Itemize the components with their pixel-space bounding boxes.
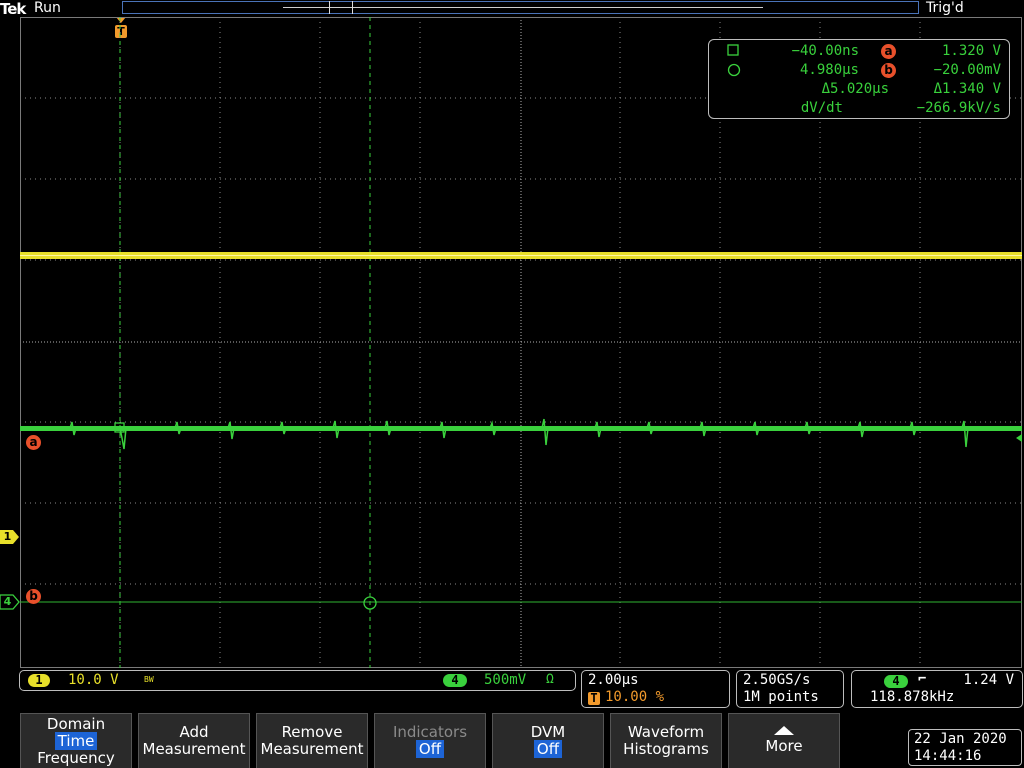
brand-logo: Tek — [0, 0, 26, 18]
ch4-chip: 4 — [443, 674, 467, 687]
domain-label: Domain — [46, 715, 106, 733]
dvm-label: DVM — [530, 723, 566, 741]
cursor-b-marker[interactable]: b — [26, 585, 41, 604]
trigger-position: 10.00 % — [605, 689, 665, 705]
cursor-1-time: −40.00ns — [791, 43, 859, 59]
add-measurement-button[interactable]: Add Measurement — [138, 713, 250, 768]
trigger-pos-icon: T — [588, 692, 600, 705]
sample-rate: 2.50GS/s — [743, 672, 811, 688]
vertical-settings[interactable]: 1 10.0 V BW 4 500mV Ω — [19, 670, 576, 691]
date: 22 Jan 2020 — [914, 731, 1007, 747]
date-time: 22 Jan 2020 14:44:16 — [908, 729, 1022, 766]
domain-frequency-option[interactable]: Frequency — [21, 750, 131, 767]
trigger-frequency: 118.878kHz — [870, 689, 955, 705]
falling-edge-icon: ⌐ — [918, 671, 927, 687]
more-button[interactable]: More — [728, 713, 840, 768]
ch4-scale: 500mV — [484, 672, 527, 688]
remove-measurement-line1: Remove — [281, 723, 343, 741]
waveform-histograms-button[interactable]: Waveform Histograms — [610, 713, 722, 768]
trigger-state: Trig'd — [926, 0, 964, 16]
remove-measurement-line2: Measurement — [260, 740, 364, 758]
cursor-a-marker[interactable]: a — [26, 431, 41, 450]
remove-measurement-button[interactable]: Remove Measurement — [256, 713, 368, 768]
horizontal-settings[interactable]: 2.00µs T 10.00 % — [581, 670, 730, 708]
add-measurement-line2: Measurement — [142, 740, 246, 758]
ch4-ground-marker[interactable]: 4 — [0, 594, 20, 610]
ch4-ripple — [69, 418, 1022, 450]
cursor-b-badge: b — [881, 62, 896, 78]
cursor-2-circle-icon — [727, 63, 741, 81]
ch4-offscreen-arrow — [1016, 434, 1022, 442]
time: 14:44:16 — [914, 748, 982, 764]
ch1-bandwidth-icon: BW — [144, 675, 154, 684]
ch1-scale: 10.0 V — [68, 672, 119, 688]
waveform-histograms-line1: Waveform — [627, 723, 705, 741]
domain-button[interactable]: Domain Time Frequency — [20, 713, 132, 768]
cursor-readout: −40.00ns a 1.320 V 4.980µs b −20.00mV Δ5… — [708, 39, 1010, 119]
cursor-2-time: 4.980µs — [799, 62, 859, 78]
trigger-settings[interactable]: 4 ⌐ 1.24 V 118.878kHz — [851, 670, 1023, 708]
waveform-histograms-line2: Histograms — [623, 740, 709, 758]
dvm-button[interactable]: DVM Off — [492, 713, 604, 768]
indicators-off: Off — [415, 740, 445, 758]
add-measurement-line1: Add — [179, 723, 209, 741]
dvdt-value: −266.9kV/s — [916, 100, 1001, 116]
ch1-ground-marker[interactable]: 1 — [0, 529, 20, 545]
trigger-source-chip: 4 — [884, 675, 908, 688]
cursor-1-square-icon — [727, 44, 739, 60]
record-view-bar[interactable] — [122, 1, 919, 14]
record-line — [283, 7, 763, 8]
cursor-delta-voltage: Δ1.340 V — [933, 81, 1001, 97]
cursor-delta-time: Δ5.020µs — [821, 81, 889, 97]
more-label: More — [765, 737, 803, 755]
ch1-chip: 1 — [28, 674, 50, 687]
cursor-a-value: 1.320 V — [941, 43, 1001, 59]
acquisition-settings[interactable]: 2.50GS/s 1M points — [736, 670, 844, 708]
cursor-b-value: −20.00mV — [933, 62, 1001, 78]
time-per-div: 2.00µs — [588, 672, 639, 688]
cursor-a-badge: a — [881, 43, 896, 59]
acquisition-state: Run — [34, 0, 61, 16]
up-arrow-icon — [774, 726, 794, 735]
domain-time-option[interactable]: Time — [54, 732, 98, 750]
dvdt-label: dV/dt — [800, 100, 843, 116]
indicators-button[interactable]: Indicators Off — [374, 713, 486, 768]
ch4-coupling-icon: Ω — [546, 672, 554, 687]
indicators-label: Indicators — [392, 723, 468, 741]
record-window[interactable] — [329, 1, 353, 14]
dvm-off: Off — [533, 740, 563, 758]
trigger-level: 1.24 V — [963, 672, 1014, 688]
record-length: 1M points — [743, 689, 819, 705]
